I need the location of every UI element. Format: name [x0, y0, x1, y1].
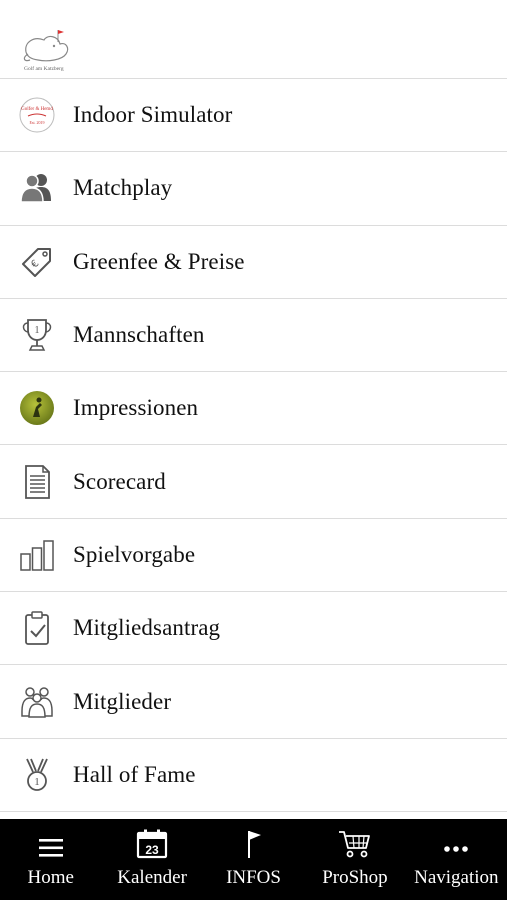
- tab-home[interactable]: Home: [0, 819, 101, 900]
- menu-item-label: Impressionen: [73, 395, 199, 421]
- menu-item-label: Scorecard: [73, 468, 166, 494]
- tab-label: Navigation: [414, 867, 499, 888]
- menu-item-label: Spielvorgabe: [73, 541, 196, 567]
- medal-icon: 1: [18, 756, 56, 794]
- hamburger-icon: [0, 819, 101, 861]
- clipboard-check-icon: [18, 609, 56, 647]
- menu-item-label: Mitglieder: [73, 688, 172, 714]
- document-icon: [18, 463, 56, 501]
- tab-infos[interactable]: INFOS: [203, 819, 304, 900]
- menu-item-label: Mannschaften: [73, 322, 205, 348]
- svg-text:€: €: [29, 258, 41, 270]
- tab-label: Kalender: [117, 867, 187, 888]
- indoor-simulator-logo-icon: Golfer & Hemd Est. 2019: [18, 96, 56, 134]
- svg-text:Golfer & Hemd: Golfer & Hemd: [21, 107, 53, 112]
- shopping-cart-icon: [304, 819, 405, 861]
- menu-item-indoor-simulator[interactable]: Golfer & Hemd Est. 2019 Indoor Simulator: [0, 79, 507, 153]
- menu-item-label: Mitgliedsantrag: [73, 615, 221, 641]
- tab-kalender[interactable]: 23 Kalender: [101, 819, 202, 900]
- menu-item-label: Hall of Fame: [73, 761, 196, 787]
- main-menu: Golfer & Hemd Est. 2019 Indoor Simulator…: [0, 79, 507, 812]
- menu-item-spielvorgabe[interactable]: Spielvorgabe: [0, 519, 507, 593]
- tab-navigation[interactable]: Navigation: [406, 819, 507, 900]
- logo-text: Golf am Katzberg: [24, 65, 64, 72]
- club-logo-cat-icon[interactable]: Golf am Katzberg: [18, 28, 78, 72]
- menu-item-mitglieder[interactable]: Mitglieder: [0, 665, 507, 739]
- tab-proshop[interactable]: ProShop: [304, 819, 405, 900]
- calendar-day: 23: [145, 843, 159, 857]
- flag-icon: [203, 819, 304, 861]
- people-icon: [18, 169, 56, 207]
- tab-label: INFOS: [226, 867, 281, 888]
- calendar-icon: 23: [101, 819, 202, 861]
- price-tag-icon: €: [18, 243, 56, 281]
- menu-item-greenfee[interactable]: € Greenfee & Preise: [0, 226, 507, 299]
- menu-item-hall-of-fame[interactable]: 1 Hall of Fame: [0, 739, 507, 812]
- tab-label: Home: [27, 867, 74, 888]
- menu-item-label: Indoor Simulator: [73, 102, 233, 128]
- menu-item-label: Matchplay: [73, 175, 173, 201]
- bottom-tab-bar: Home 23 Kalender INFOS ProShop Navigatio…: [0, 819, 507, 900]
- menu-item-label: Greenfee & Preise: [73, 248, 245, 274]
- menu-item-matchplay[interactable]: Matchplay: [0, 152, 507, 226]
- more-dots-icon: [406, 819, 507, 861]
- menu-item-scorecard[interactable]: Scorecard: [0, 445, 507, 519]
- svg-text:Est. 2019: Est. 2019: [29, 120, 44, 125]
- bar-chart-icon: [18, 536, 56, 574]
- header: Golf am Katzberg: [0, 0, 507, 79]
- svg-text:1: 1: [34, 776, 40, 788]
- trophy-icon: 1: [18, 316, 56, 354]
- tab-label: ProShop: [322, 867, 388, 888]
- menu-item-impressionen[interactable]: Impressionen: [0, 372, 507, 446]
- menu-item-mitgliedsantrag[interactable]: Mitgliedsantrag: [0, 592, 507, 666]
- svg-text:1: 1: [35, 325, 40, 336]
- members-icon: [18, 683, 56, 721]
- golfer-photo-icon: [18, 389, 56, 427]
- menu-item-mannschaften[interactable]: 1 Mannschaften: [0, 299, 507, 373]
